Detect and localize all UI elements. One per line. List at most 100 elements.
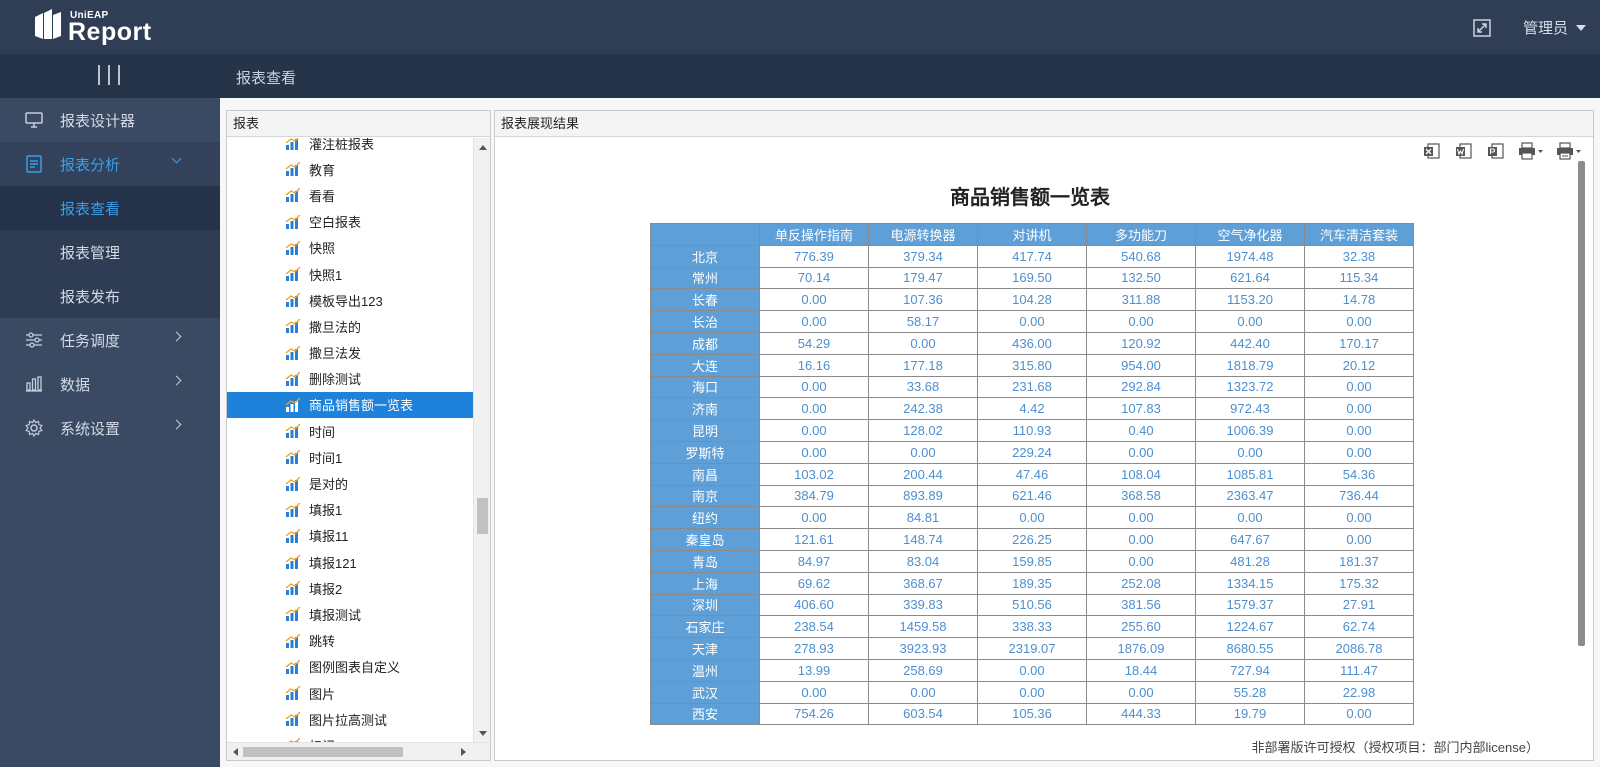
table-row: 常州 70.14 179.47 169.50 132.50 621.64 115.34 — [650, 266, 1414, 290]
report-chart-icon — [285, 162, 301, 177]
tree-item[interactable]: 填报2 — [227, 575, 473, 601]
tree-item-label: 图例图表自定义 — [309, 660, 401, 676]
table-cell: 258.69 — [868, 658, 978, 682]
sidebar-item-report-analysis[interactable]: 报表分析 — [0, 142, 220, 186]
scroll-down-icon[interactable] — [479, 731, 487, 736]
tree-item[interactable]: 填报11 — [227, 523, 473, 549]
table-corner-cell — [650, 223, 760, 246]
report-vertical-scrollbar[interactable] — [1578, 161, 1585, 721]
export-excel-icon[interactable] — [1421, 141, 1443, 161]
scroll-right-icon[interactable] — [461, 748, 466, 756]
report-chart-icon — [285, 659, 301, 674]
tree-item[interactable]: 跳转 — [227, 628, 473, 654]
tree-item[interactable]: 图片拉高测试 — [227, 706, 473, 732]
sidebar-item-data[interactable]: 数据 — [0, 362, 220, 406]
table-cell: 1153.20 — [1195, 288, 1305, 312]
user-menu[interactable]: 管理员 — [1523, 17, 1586, 38]
table-cell: 0.00 — [1304, 528, 1414, 551]
tree-item[interactable]: 看看 — [227, 182, 473, 208]
tree-item-label: 填报测试 — [309, 607, 362, 623]
menu-toggle-icon[interactable] — [98, 65, 120, 87]
tree-item-label: 是对的 — [309, 477, 349, 493]
report-tree: 灌注桩报表 教育 看看 空白报表 快照 快照1 模板导出123 撒旦法的撒旦法发删除测试商品销… — [227, 138, 473, 743]
table-cell: 2319.07 — [977, 637, 1087, 660]
scroll-left-icon[interactable] — [233, 748, 238, 756]
report-chart-icon — [285, 293, 301, 308]
print-preview-icon[interactable] — [1555, 141, 1583, 161]
scroll-thumb[interactable] — [1578, 161, 1585, 646]
tree-vertical-scrollbar[interactable] — [473, 138, 490, 743]
table-cell: 0.00 — [977, 506, 1087, 530]
table-cell: 33.68 — [868, 375, 978, 399]
tree-item[interactable]: 空白报表 — [227, 209, 473, 235]
top-right-tools: 管理员 — [1473, 17, 1586, 38]
table-cell: 108.04 — [1086, 462, 1196, 486]
report-chart-icon — [285, 267, 301, 282]
tree-item-label: 模板导出123 — [309, 293, 383, 309]
chevron-right-icon — [171, 419, 182, 430]
tree-item[interactable]: 删除测试 — [227, 366, 473, 392]
print-icon[interactable] — [1517, 141, 1545, 161]
license-notice: 非部署版许可授权（授权项目：部门内部license） — [1251, 740, 1539, 755]
table-cell: 603.54 — [868, 702, 978, 726]
table-cell: 417.74 — [977, 244, 1087, 268]
table-cell: 8680.55 — [1195, 637, 1305, 660]
report-chart-icon — [285, 424, 301, 439]
column-header: 汽车清洁套装 — [1304, 223, 1414, 246]
tree-item[interactable]: 撒旦法发 — [227, 340, 473, 366]
tree-item[interactable]: 商品销售额一览表 — [227, 391, 473, 419]
sidebar-subitem-report-publish[interactable]: 报表发布 — [0, 274, 220, 318]
report-chart-icon — [285, 371, 301, 386]
tree-item[interactable]: 图例图表自定义 — [227, 654, 473, 680]
table-cell: 16.16 — [759, 353, 869, 377]
sidebar-item-label: 系统设置 — [60, 420, 121, 438]
row-header-city: 成都 — [650, 331, 760, 355]
tree-item[interactable]: 图片 — [227, 680, 473, 706]
table-cell: 311.88 — [1086, 288, 1196, 312]
table-cell: 776.39 — [759, 244, 869, 268]
row-header-city: 常州 — [650, 266, 760, 290]
table-cell: 84.97 — [759, 549, 869, 573]
tree-item[interactable]: 快照1 — [227, 261, 473, 287]
row-header-city: 罗斯特 — [650, 440, 760, 464]
tree-item[interactable]: 撒旦法的 — [227, 313, 473, 339]
tree-item[interactable]: 是对的 — [227, 470, 473, 496]
column-header: 多功能刀 — [1086, 223, 1196, 246]
tree-item[interactable]: 填报1 — [227, 497, 473, 523]
tree-horizontal-scrollbar[interactable] — [227, 742, 490, 760]
tree-item-label: 撒旦法发 — [309, 346, 362, 362]
sidebar-item-report-designer[interactable]: 报表设计器 — [0, 98, 220, 142]
tree-item[interactable]: 灌注桩报表 — [227, 138, 473, 156]
sidebar-subitem-report-manage[interactable]: 报表管理 — [0, 230, 220, 274]
export-pdf-icon[interactable] — [1485, 141, 1507, 161]
tree-item[interactable]: 时间 — [227, 418, 473, 444]
table-cell: 444.33 — [1086, 702, 1196, 726]
row-header-city: 温州 — [650, 658, 760, 682]
tree-item[interactable]: 填报测试 — [227, 601, 473, 627]
table-cell: 647.67 — [1195, 528, 1305, 551]
sidebar-item-system-settings[interactable]: 系统设置 — [0, 406, 220, 450]
export-word-icon[interactable] — [1453, 141, 1475, 161]
table-cell: 226.25 — [977, 528, 1087, 551]
scroll-up-icon[interactable] — [479, 145, 487, 150]
tree-item-label: 删除测试 — [309, 372, 362, 388]
tree-item[interactable]: 教育 — [227, 156, 473, 182]
table-cell: 231.68 — [977, 375, 1087, 399]
tree-item[interactable]: 时间1 — [227, 444, 473, 470]
table-cell: 0.00 — [868, 331, 978, 355]
tree-item[interactable]: 模板导出123 — [227, 287, 473, 313]
table-cell: 121.61 — [759, 528, 869, 551]
report-chart-icon — [285, 476, 301, 491]
app-logo[interactable]: UniEAP Report — [33, 6, 183, 48]
tree-item[interactable]: 填报121 — [227, 549, 473, 575]
tree-item[interactable]: 快照 — [227, 235, 473, 261]
fullscreen-icon[interactable] — [1473, 18, 1491, 37]
scroll-thumb[interactable] — [243, 747, 403, 757]
row-header-city: 北京 — [650, 244, 760, 268]
bar-chart-icon — [24, 374, 44, 394]
sidebar-item-task-scheduling[interactable]: 任务调度 — [0, 318, 220, 362]
sidebar-subitem-report-view[interactable]: 报表查看 — [0, 186, 220, 230]
table-cell: 0.00 — [977, 658, 1087, 682]
scroll-thumb[interactable] — [477, 498, 488, 534]
table-cell: 0.00 — [1086, 680, 1196, 704]
